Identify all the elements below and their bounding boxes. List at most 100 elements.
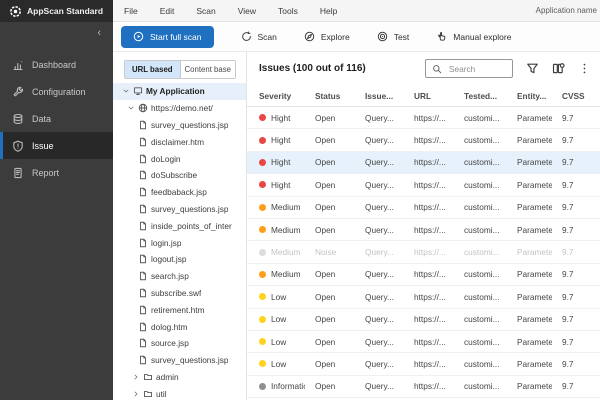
- cvss-cell: 9.7: [552, 135, 600, 145]
- tab-url-based[interactable]: URL based: [125, 61, 180, 78]
- tree-item-label: retirement.htm: [151, 305, 204, 315]
- tree-item-my-application[interactable]: My Application: [113, 83, 246, 100]
- issue-row[interactable]: Hight Open Query... https://... customi.…: [247, 129, 600, 151]
- issues-table-body: Hight Open Query... https://... customi.…: [247, 107, 600, 400]
- menu-tools[interactable]: Tools: [267, 6, 309, 16]
- menu-file[interactable]: File: [113, 6, 149, 16]
- severity-dot: [259, 159, 266, 166]
- sidebar-item-issue[interactable]: Issue: [0, 132, 113, 159]
- overflow-menu-icon[interactable]: [578, 62, 591, 75]
- tree-item-dosubscribe[interactable]: doSubscribe: [113, 167, 246, 184]
- entity-cell: Parameter: [507, 269, 552, 279]
- sidebar-item-dashboard[interactable]: Dashboard: [0, 51, 113, 78]
- issue-row[interactable]: Informatic Open Query... https://... cus…: [247, 376, 600, 398]
- sidebar-collapse-button[interactable]: ‹: [0, 22, 113, 42]
- tree-item-dologin[interactable]: doLogin: [113, 150, 246, 167]
- tree-item-dolog-htm[interactable]: dolog.htm: [113, 318, 246, 335]
- tree-item-https-demo-net[interactable]: https://demo.net/: [113, 100, 246, 117]
- tab-content-base[interactable]: Content base: [180, 61, 236, 78]
- sidebar-nav: Dashboard Configuration Data Issue Repor…: [0, 51, 113, 186]
- toolbar-explore-button[interactable]: Explore: [304, 31, 350, 42]
- tree-item-label: dolog.htm: [151, 322, 187, 332]
- tree-item-admin[interactable]: admin: [113, 369, 246, 386]
- severity-cell: Medium: [247, 202, 305, 212]
- tree-item-login-jsp[interactable]: login.jsp: [113, 234, 246, 251]
- tree-item-search-jsp[interactable]: search.jsp: [113, 268, 246, 285]
- file-icon: [138, 221, 148, 231]
- column-header-cvss[interactable]: CVSS: [552, 91, 600, 101]
- column-header-issue[interactable]: Issue...: [355, 91, 404, 101]
- status-cell: Noise: [305, 247, 355, 257]
- tree-item-label: search.jsp: [151, 271, 189, 281]
- issue-row[interactable]: Low Open Query... https://... customi...…: [247, 331, 600, 353]
- url-cell: https://...: [404, 135, 454, 145]
- issue-row[interactable]: Medium Noise Query... https://... custom…: [247, 241, 600, 263]
- column-header-status[interactable]: Status: [305, 91, 355, 101]
- status-cell: Open: [305, 157, 355, 167]
- globe-icon: [138, 103, 148, 113]
- issue-row[interactable]: Hight Open Query... https://... customi.…: [247, 174, 600, 196]
- menu-scan[interactable]: Scan: [185, 6, 226, 16]
- url-cell: https://...: [404, 157, 454, 167]
- tree-item-survey-questions-jsp[interactable]: survey_questions.jsp: [113, 201, 246, 218]
- tree-item-source-jsp[interactable]: source.jsp: [113, 335, 246, 352]
- severity-label: Medium: [271, 202, 301, 212]
- tree-item-disclaimer-htm[interactable]: disclaimer.htm: [113, 133, 246, 150]
- toolbar-action-label: Explore: [321, 32, 350, 42]
- tree-item-retirement-htm[interactable]: retirement.htm: [113, 301, 246, 318]
- status-cell: Open: [305, 337, 355, 347]
- issue-cell: Query...: [355, 202, 404, 212]
- toolbar-action-label: Test: [394, 32, 410, 42]
- status-cell: Open: [305, 292, 355, 302]
- tree-item-subscribe-swf[interactable]: subscribe.swf: [113, 285, 246, 302]
- column-header-tested[interactable]: Tested...: [454, 91, 507, 101]
- tree-item-inside-points-of-inter[interactable]: inside_points_of_inter: [113, 217, 246, 234]
- app-logo: AppScan Standard: [0, 0, 113, 22]
- tree-item-logout-jsp[interactable]: logout.jsp: [113, 251, 246, 268]
- column-header-entity[interactable]: Entity...: [507, 91, 552, 101]
- issue-row[interactable]: Low Open Query... https://... customi...…: [247, 309, 600, 331]
- tree-item-util[interactable]: util: [113, 385, 246, 400]
- start-full-scan-button[interactable]: Start full scan: [121, 26, 214, 48]
- issue-row[interactable]: Medium Open Query... https://... customi…: [247, 197, 600, 219]
- entity-cell: Parameter: [507, 113, 552, 123]
- search-icon: [432, 64, 442, 74]
- issue-row[interactable]: Hight Open Query... https://... customi.…: [247, 107, 600, 129]
- filter-icon[interactable]: [526, 62, 539, 75]
- tree-item-survey-questions-jsp[interactable]: survey_questions.jsp: [113, 117, 246, 134]
- severity-label: Informatic: [271, 381, 305, 391]
- severity-cell: Informatic: [247, 381, 305, 391]
- sidebar-item-configuration[interactable]: Configuration: [0, 78, 113, 105]
- menu-help[interactable]: Help: [309, 6, 348, 16]
- issue-row[interactable]: Low Open Query... https://... customi...…: [247, 353, 600, 375]
- tree-item-feedbaback-jsp[interactable]: feedbaback.jsp: [113, 184, 246, 201]
- search-input[interactable]: [447, 63, 506, 75]
- issue-row[interactable]: Low Open Query... https://... customi...…: [247, 286, 600, 308]
- sidebar-item-data[interactable]: Data: [0, 105, 113, 132]
- file-icon: [138, 170, 148, 180]
- scan-icon: [241, 31, 252, 42]
- issue-row[interactable]: Hight Open Query... https://... customi.…: [247, 152, 600, 174]
- menu-edit[interactable]: Edit: [149, 6, 186, 16]
- issues-panel: Issues (100 out of 116) SeverityStatusIs…: [247, 52, 600, 400]
- toolbar-test-button[interactable]: Test: [377, 31, 410, 42]
- toolbar-manual-explore-button[interactable]: Manual explore: [436, 31, 511, 42]
- search-box[interactable]: [425, 59, 513, 78]
- column-header-url[interactable]: URL: [404, 91, 454, 101]
- severity-dot: [259, 181, 266, 188]
- menu-view[interactable]: View: [227, 6, 267, 16]
- sidebar-item-report[interactable]: Report: [0, 159, 113, 186]
- issue-row[interactable]: Medium Open Query... https://... customi…: [247, 264, 600, 286]
- tested-cell: customi...: [454, 269, 507, 279]
- column-header-severity[interactable]: Severity: [247, 91, 305, 101]
- issue-row[interactable]: Medium Open Query... https://... customi…: [247, 219, 600, 241]
- column-settings-icon[interactable]: [552, 62, 565, 75]
- tree-item-label: login.jsp: [151, 238, 181, 248]
- tree-item-survey-questions-jsp[interactable]: survey_questions.jsp: [113, 352, 246, 369]
- toolbar-action-label: Manual explore: [453, 32, 511, 42]
- severity-cell: Low: [247, 337, 305, 347]
- status-cell: Open: [305, 381, 355, 391]
- tree-item-label: https://demo.net/: [151, 103, 213, 113]
- toolbar-scan-button[interactable]: Scan: [241, 31, 277, 42]
- menubar: FileEditScanViewToolsHelp Application na…: [113, 0, 600, 22]
